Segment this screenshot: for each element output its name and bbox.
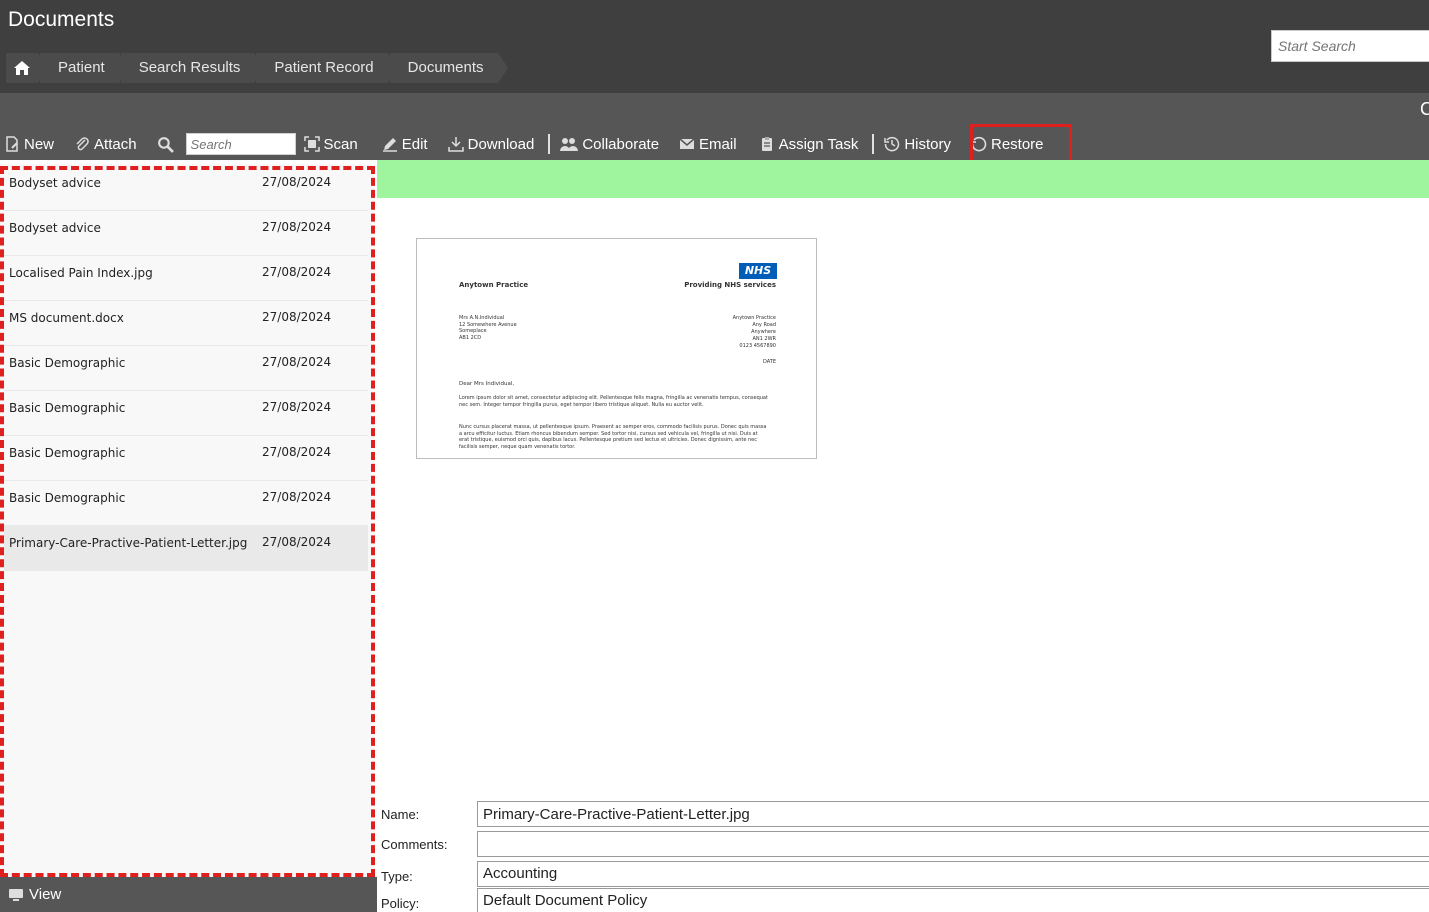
scan-label: Scan — [323, 135, 358, 153]
document-name: MS document.docx — [9, 311, 124, 325]
breadcrumb-patient-record[interactable]: Patient Record — [256, 53, 398, 83]
people-icon — [560, 138, 579, 151]
document-date: 27/08/2024 — [262, 175, 332, 189]
view-label: View — [29, 886, 62, 903]
email-label: Email — [699, 135, 737, 153]
list-item[interactable]: Basic Demographic 27/08/2024 — [4, 391, 368, 436]
assign-task-button[interactable]: Assign Task — [759, 130, 859, 158]
toolbar-actions: New Attach Scan Edit Download — [0, 129, 1044, 159]
breadcrumb: Patient Search Results Patient Record Do… — [6, 53, 508, 83]
header: Documents Patient Search Results Patient… — [0, 0, 1429, 93]
pencil-icon — [382, 138, 397, 152]
download-icon — [447, 137, 464, 152]
document-date: 27/08/2024 — [262, 355, 332, 369]
document-search-input[interactable] — [185, 133, 296, 155]
assign-task-label: Assign Task — [778, 135, 859, 153]
download-button[interactable]: Download — [447, 130, 535, 158]
documents-app: Documents Patient Search Results Patient… — [0, 0, 1429, 912]
attach-label: Attach — [94, 135, 137, 153]
envelope-icon — [679, 138, 695, 149]
type-label: Type: — [381, 869, 413, 884]
collaborate-label: Collaborate — [582, 135, 660, 153]
document-list: Bodyset advice 27/08/2024 Bodyset advice… — [0, 164, 375, 877]
letter-practice: Anytown Practice — [459, 281, 529, 289]
history-label: History — [904, 135, 951, 153]
document-name: Bodyset advice — [9, 221, 101, 235]
download-label: Download — [467, 135, 535, 153]
history-icon — [884, 136, 900, 152]
document-preview[interactable]: Anytown Practice NHS Providing NHS servi… — [416, 238, 817, 459]
document-date: 27/08/2024 — [262, 535, 332, 549]
clipboard-icon — [761, 137, 772, 151]
document-name: Basic Demographic — [9, 446, 126, 460]
list-item[interactable]: Basic Demographic 27/08/2024 — [4, 436, 368, 481]
scan-icon — [303, 136, 320, 152]
policy-select[interactable]: Default Document Policy — [477, 888, 1429, 912]
home-icon — [14, 61, 30, 75]
monitor-icon — [9, 888, 23, 901]
document-date: 27/08/2024 — [262, 400, 332, 414]
attach-button[interactable]: Attach — [74, 130, 137, 158]
document-name: Bodyset advice — [9, 176, 101, 190]
name-field[interactable] — [477, 801, 1429, 827]
document-name: Basic Demographic — [9, 491, 126, 505]
new-document-icon — [6, 136, 18, 152]
policy-label: Policy: — [381, 896, 420, 911]
email-button[interactable]: Email — [679, 130, 737, 158]
type-select[interactable]: Accounting — [477, 861, 1429, 887]
search-icon[interactable] — [157, 136, 174, 153]
new-label: New — [24, 135, 55, 153]
document-name: Basic Demographic — [9, 356, 126, 370]
document-date: 27/08/2024 — [262, 220, 332, 234]
letter-greeting: Dear Mrs Individual, — [459, 381, 515, 387]
document-properties-form: Name: Comments: Type: Accounting Policy:… — [377, 799, 1429, 912]
paperclip-icon — [76, 137, 89, 151]
toolbar-overflow-glyph: C — [1420, 99, 1429, 119]
edit-button[interactable]: Edit — [382, 130, 428, 158]
letter-paragraph: Nunc cursus placerat massa, ut pellentes… — [459, 424, 767, 450]
list-item[interactable]: MS document.docx 27/08/2024 — [4, 301, 368, 346]
view-button[interactable]: View — [0, 877, 377, 912]
toolbar-separator — [548, 134, 551, 154]
document-date: 27/08/2024 — [262, 490, 332, 504]
document-date: 27/08/2024 — [262, 310, 332, 324]
letter-recipient-address: Mrs A.N.Individual 12 Somewhere Avenue S… — [459, 315, 517, 341]
list-item[interactable]: Localised Pain Index.jpg 27/08/2024 — [4, 256, 368, 301]
edit-label: Edit — [401, 135, 428, 153]
breadcrumb-patient[interactable]: Patient — [40, 53, 129, 83]
document-name: Primary-Care-Practive-Patient-Letter.jpg — [9, 536, 248, 550]
comments-label: Comments: — [381, 837, 448, 852]
global-search-input[interactable] — [1271, 30, 1429, 62]
history-button[interactable]: History — [884, 130, 951, 158]
breadcrumb-search-results[interactable]: Search Results — [120, 53, 265, 83]
document-date: 27/08/2024 — [262, 265, 332, 279]
collaborate-button[interactable]: Collaborate — [560, 130, 659, 158]
breadcrumb-documents[interactable]: Documents — [389, 53, 508, 83]
letter-providing: Providing NHS services — [684, 281, 776, 289]
new-button[interactable]: New — [4, 130, 54, 158]
toolbar-separator — [872, 134, 875, 154]
list-item-selected[interactable]: Primary-Care-Practive-Patient-Letter.jpg… — [4, 526, 368, 571]
page-title: Documents — [8, 8, 115, 31]
list-item[interactable]: Basic Demographic 27/08/2024 — [4, 481, 368, 526]
comments-field[interactable] — [477, 831, 1429, 857]
scan-button[interactable]: Scan — [303, 130, 358, 158]
letter-image: Anytown Practice NHS Providing NHS servi… — [417, 239, 816, 458]
document-name: Basic Demographic — [9, 401, 126, 415]
toolbar: C New Attach Scan Edit Download — [0, 93, 1429, 160]
letter-paragraph: Lorem ipsum dolor sit amet, consectetur … — [459, 395, 768, 408]
letter-sender-address: Anytown Practice Any Road Anywhere AN1 2… — [732, 315, 776, 349]
name-label: Name: — [381, 807, 420, 822]
list-item[interactable]: Bodyset advice 27/08/2024 — [4, 166, 368, 211]
document-name: Localised Pain Index.jpg — [9, 266, 153, 280]
letter-date: DATE — [762, 359, 776, 365]
list-item[interactable]: Bodyset advice 27/08/2024 — [4, 211, 368, 256]
status-bar — [377, 160, 1429, 198]
nhs-logo: NHS — [739, 263, 777, 279]
document-date: 27/08/2024 — [262, 445, 332, 459]
list-item[interactable]: Basic Demographic 27/08/2024 — [4, 346, 368, 391]
breadcrumb-home[interactable] — [6, 53, 48, 83]
